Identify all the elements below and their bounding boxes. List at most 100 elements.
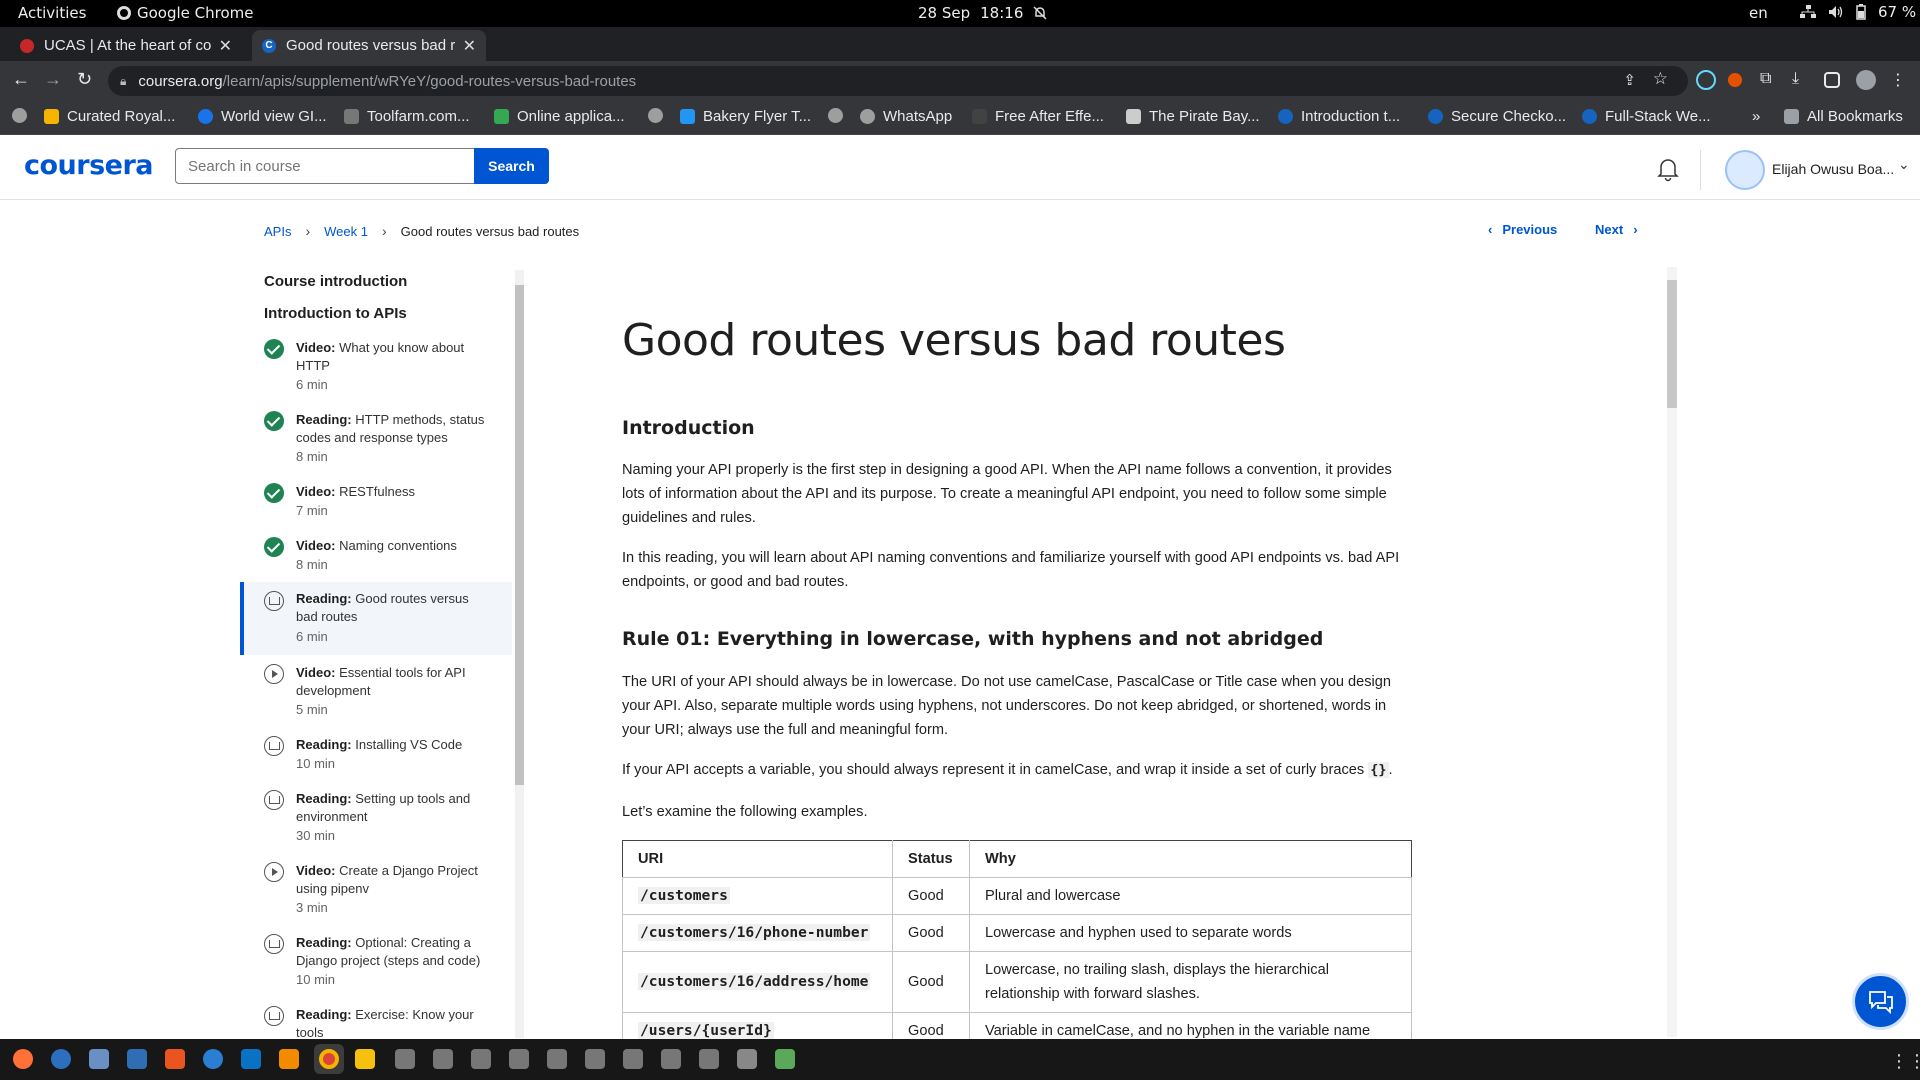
react-devtools-icon[interactable] <box>1696 70 1716 90</box>
chrome-dock-icon[interactable] <box>314 1044 344 1074</box>
window-icon[interactable] <box>547 1049 567 1069</box>
sidebar-item[interactable]: Video: Essential tools for API developme… <box>240 660 512 728</box>
bookmark-label: Free After Effe... <box>995 108 1104 125</box>
vlc-icon[interactable] <box>279 1049 299 1069</box>
folder-icon <box>1784 109 1799 124</box>
reading-icon <box>264 934 284 954</box>
sidebar-item[interactable]: Video: What you know about HTTP 6 min <box>240 335 512 403</box>
window-icon[interactable] <box>623 1049 643 1069</box>
bookmark-icon-only[interactable] <box>828 108 843 123</box>
section-course-introduction[interactable]: Course introduction <box>264 273 407 290</box>
sidebar-item[interactable]: Video: Naming conventions 8 min <box>240 533 512 583</box>
sidebar-item[interactable]: Reading: Optional: Creating a Django pro… <box>240 930 512 998</box>
sidebar-item[interactable]: Reading: Installing VS Code 10 min <box>240 732 512 782</box>
globe-icon <box>12 108 27 123</box>
trash-icon[interactable] <box>775 1049 795 1069</box>
lock-icon[interactable]: 🔒︎ <box>120 74 126 89</box>
window-icon[interactable] <box>509 1049 529 1069</box>
thunderbird-icon[interactable] <box>51 1049 71 1069</box>
bookmark-favicon-icon <box>1582 109 1597 124</box>
bookmark-item[interactable]: Secure Checko... <box>1428 108 1566 125</box>
bookmark-star-icon[interactable]: ☆ <box>1653 69 1668 89</box>
address-bar[interactable]: 🔒︎ coursera.org/learn/apis/supplement/wR… <box>108 66 1688 96</box>
search-button[interactable]: Search <box>474 148 549 184</box>
side-panel-icon[interactable] <box>1824 72 1840 88</box>
sidebar-item[interactable]: Reading: Setting up tools and environmen… <box>240 786 512 854</box>
bookmark-item[interactable]: Free After Effe... <box>972 108 1104 125</box>
bookmark-icon-only[interactable] <box>648 108 663 123</box>
tab-ucas[interactable]: UCAS | At the heart of connecting people… <box>10 30 242 61</box>
sidebar-item[interactable]: Video: RESTfulness 7 min <box>240 479 512 529</box>
bookmark-item[interactable]: Toolfarm.com... <box>344 108 470 125</box>
vscode-icon[interactable] <box>241 1049 261 1069</box>
back-icon[interactable]: ← <box>12 69 30 90</box>
notes-icon[interactable] <box>355 1049 375 1069</box>
forward-icon[interactable]: → <box>44 69 62 90</box>
window-icon[interactable] <box>585 1049 605 1069</box>
chrome-menu-icon[interactable]: ⋮ <box>1890 70 1910 90</box>
bookmark-item[interactable]: WhatsApp <box>860 108 952 125</box>
screenshot-icon[interactable] <box>737 1049 757 1069</box>
taskbar: ⋮⋮ <box>0 1039 1920 1080</box>
sidebar-item-active[interactable]: Reading: Good routes versus bad routes 6… <box>240 582 512 655</box>
all-bookmarks[interactable]: All Bookmarks <box>1784 108 1903 125</box>
tab-good-routes[interactable]: C Good routes versus bad routes ✕ <box>252 30 486 61</box>
system-tray[interactable]: 67 % <box>1800 3 1916 21</box>
firefox-icon[interactable] <box>13 1049 33 1069</box>
app-menu[interactable]: Google Chrome <box>117 4 254 22</box>
help-icon[interactable] <box>203 1049 223 1069</box>
window-icon[interactable] <box>471 1049 491 1069</box>
profile-icon[interactable] <box>1856 70 1876 90</box>
bookmark-item[interactable]: Curated Royal... <box>44 108 175 125</box>
bookmark-icon-only[interactable] <box>12 108 27 123</box>
bookmark-item[interactable]: World view GI... <box>198 108 327 125</box>
language-indicator[interactable]: en <box>1749 4 1768 22</box>
share-icon[interactable]: ⇪ <box>1623 71 1636 89</box>
reload-icon[interactable]: ↻ <box>77 69 92 90</box>
clock[interactable]: 28 Sep 18:16 <box>918 4 1047 22</box>
bookmark-favicon-icon <box>494 109 509 124</box>
close-tab-icon[interactable]: ✕ <box>463 36 476 56</box>
table-row: /customers/16/address/home Good Lowercas… <box>622 951 1412 1013</box>
section-introduction-to-apis[interactable]: Introduction to APIs <box>264 305 407 322</box>
bell-icon[interactable] <box>1656 156 1680 182</box>
bookmark-item[interactable]: The Pirate Bay... <box>1126 108 1260 125</box>
breadcrumb-link-apis[interactable]: APIs <box>264 224 291 239</box>
window-icon[interactable] <box>661 1049 681 1069</box>
sidebar-scrollbar-thumb[interactable] <box>515 285 524 785</box>
window-icon[interactable] <box>699 1049 719 1069</box>
extensions-puzzle-icon[interactable]: ⧉ <box>1760 70 1780 90</box>
activities-button[interactable]: Activities <box>18 4 86 22</box>
search-input[interactable] <box>175 148 475 184</box>
more-bookmarks-icon[interactable]: » <box>1752 108 1760 125</box>
bookmark-item[interactable]: Online applica... <box>494 108 625 125</box>
chat-help-button[interactable] <box>1852 973 1909 1030</box>
breadcrumb-link-week-1[interactable]: Week 1 <box>324 224 368 239</box>
window-icon[interactable] <box>433 1049 453 1069</box>
window-icon[interactable] <box>395 1049 415 1069</box>
coursera-favicon-icon: C <box>262 38 276 53</box>
close-tab-icon[interactable]: ✕ <box>219 36 232 56</box>
bookmark-item[interactable]: Full-Stack We... <box>1582 108 1711 125</box>
chevron-down-icon[interactable]: ⌄ <box>1898 156 1910 173</box>
download-icon[interactable]: ⤓ <box>1792 70 1812 90</box>
routes-table: URI Status Why /customers Good Plural an… <box>622 840 1412 1050</box>
avatar[interactable] <box>1725 150 1765 190</box>
extension-icon[interactable] <box>1728 73 1742 87</box>
show-apps-icon[interactable]: ⋮⋮ <box>1890 1051 1920 1072</box>
software-center-icon[interactable] <box>165 1049 185 1069</box>
coursera-logo[interactable]: coursera <box>24 150 154 181</box>
user-name[interactable]: Elijah Owusu Boa... <box>1772 161 1894 177</box>
bookmark-item[interactable]: Introduction t... <box>1278 108 1400 125</box>
files-icon[interactable] <box>89 1049 109 1069</box>
next-button[interactable]: Next › <box>1595 222 1638 237</box>
previous-button[interactable]: ‹ Previous <box>1488 222 1557 237</box>
sidebar-item[interactable]: Reading: HTTP methods, status codes and … <box>240 407 512 475</box>
content-scrollbar-thumb[interactable] <box>1667 280 1677 408</box>
writer-icon[interactable] <box>127 1049 147 1069</box>
sidebar-item[interactable]: Video: Create a Django Project using pip… <box>240 858 512 926</box>
sidebar-item[interactable]: Reading: Exercise: Know your tools <box>240 1002 512 1038</box>
status-cell: Good <box>892 914 970 952</box>
bookmark-item[interactable]: Bakery Flyer T... <box>680 108 811 125</box>
tab-strip: UCAS | At the heart of connecting people… <box>0 27 1920 82</box>
